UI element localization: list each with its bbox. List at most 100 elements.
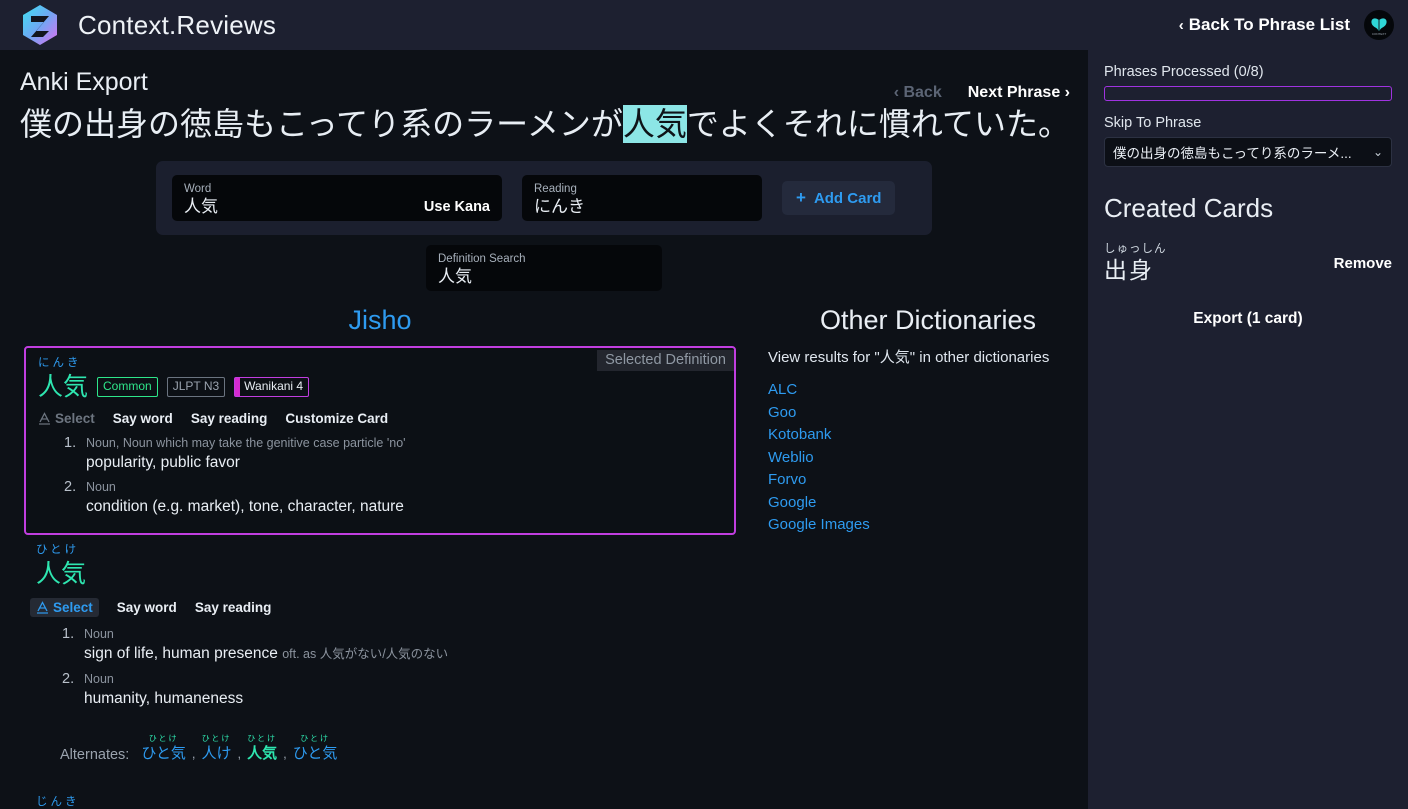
butterfly-icon: CONTEXT [1366,12,1392,38]
dict-link-google-images[interactable]: Google Images [768,515,1088,535]
reading-field-label: Reading [534,182,577,195]
remove-card-button[interactable]: Remove [1334,255,1392,272]
selected-definition-badge: Selected Definition [597,350,734,372]
next-phrase-button[interactable]: Next Phrase › [968,84,1070,102]
alternate-furigana: ひとけ [148,734,179,744]
entry-senses: 1. Noun sign of life, human presence oft… [36,626,724,709]
entry-actions: Select Say word Say reading Customize Ca… [38,411,722,426]
back-button[interactable]: ‹ Back [894,84,942,102]
select-button[interactable]: Select [38,411,95,426]
dict-link-forvo[interactable]: Forvo [768,470,1088,490]
other-dictionaries-subtitle: View results for "人気" in other dictionar… [768,349,1050,367]
top-bar: Context.Reviews ‹ Back To Phrase List CO… [0,0,1408,50]
select-marker-icon [38,412,51,425]
alternate-separator: , [191,746,196,762]
say-reading-button[interactable]: Say reading [195,600,272,615]
alternate-furigana: ひとけ [300,734,330,744]
card-entry-panel: Word 人気 Use Kana Reading にんき + Add Card [156,161,932,236]
dict-link-google[interactable]: Google [768,493,1088,513]
chevron-left-icon: ‹ [1178,16,1184,34]
sense-item: 2. Noun condition (e.g. market), tone, c… [38,479,722,517]
alternate-item[interactable]: ひとけ 人け [202,733,232,763]
alternate-separator: , [283,746,287,762]
entry-word: 人気 [38,373,89,402]
alternate-item[interactable]: ひとけ 人気 [247,733,277,763]
entry-word-row: 人気 [36,559,724,589]
reading-field[interactable]: Reading にんき [522,175,762,222]
select-label: Select [53,600,93,616]
brand-title: Context.Reviews [78,9,277,40]
created-cards-title: Created Cards [1104,193,1274,223]
definition-search-label: Definition Search [438,252,526,265]
word-input-value[interactable]: 人気 [184,196,218,218]
sense-number: 1. [64,435,77,452]
phrases-processed-progressbar [1104,86,1392,101]
sense-pos: Noun, Noun which may take the genitive c… [86,436,406,451]
phrase-before: 僕の出身の徳島もこってり系のラーメンが [20,106,623,142]
export-button[interactable]: Export (1 card) [1104,310,1392,328]
alternates-row: Alternates: ひとけ ひと気 , ひとけ 人け , ひとけ 人気 , … [36,733,724,763]
alternate-word: ひと気 [292,745,338,763]
entry-word: 人気 [36,560,87,589]
back-to-phrase-list-label: Back To Phrase List [1188,15,1350,34]
other-dictionaries-links: ALC Goo Kotobank Weblio Forvo Google Goo… [768,380,1088,535]
alternate-separator: , [237,746,242,762]
alternate-word: ひと気 [141,745,186,763]
alternate-furigana: ひとけ [201,734,232,744]
back-to-phrase-list-button[interactable]: ‹ Back To Phrase List [1179,15,1350,35]
phrase-sentence: 僕の出身の徳島もこってり系のラーメンが人気でよくそれに慣れていた。 [0,97,1088,145]
say-reading-button[interactable]: Say reading [191,411,268,426]
sense-pos: Noun [84,627,114,642]
dict-link-goo[interactable]: Goo [768,403,1088,423]
gloss-note: oft. as 人気がない/人気のない [282,647,449,662]
dict-link-kotobank[interactable]: Kotobank [768,425,1088,445]
say-word-button[interactable]: Say word [113,411,173,426]
dict-link-weblio[interactable]: Weblio [768,448,1088,468]
sense-gloss: humanity, humaneness [84,690,244,708]
tag-jlpt: JLPT N3 [166,377,226,398]
hexagon-z-logo-icon [16,2,64,48]
definition-search-value[interactable]: 人気 [438,266,650,288]
dict-link-alc[interactable]: ALC [768,380,1088,400]
definition-search-field[interactable]: Definition Search 人気 [426,245,662,292]
jisho-entry-selected[interactable]: Selected Definition にんき 人気 Common JLPT N… [24,346,736,536]
reading-input-value[interactable]: にんき [534,196,750,218]
other-dictionaries-title: Other Dictionaries [819,305,1037,336]
phrase-after: でよくそれに慣れていた。 [686,106,1070,142]
entry-word-row: 人気 Common JLPT N3 Wanikani 4 [38,372,722,402]
jisho-title: Jisho [348,305,412,336]
say-word-button[interactable]: Say word [117,600,177,615]
add-card-label: Add Card [813,189,882,207]
sense-pos: Noun [86,480,116,495]
sense-item: 1. Noun sign of life, human presence oft… [36,626,724,665]
created-card-row: しゅっしん 出身 Remove [1104,242,1392,284]
tag-common: Common [97,377,158,398]
tag-wanikani: Wanikani 4 [234,377,310,398]
alternate-word: 人気 [247,745,278,763]
sense-item: 2. Noun humanity, humaneness [36,671,724,709]
use-kana-button[interactable]: Use Kana [424,199,490,215]
avatar[interactable]: CONTEXT [1364,10,1394,40]
next-entry-furigana: じんき [36,796,80,809]
word-field-label: Word [184,182,212,195]
sense-gloss: sign of life, human presence oft. as 人気が… [84,643,724,665]
alternate-item[interactable]: ひとけ ひと気 [293,733,338,763]
created-card-word: しゅっしん 出身 [1104,242,1167,284]
jisho-entry[interactable]: ひとけ 人気 Select Say word Say reading 1. No… [24,535,736,773]
results-columns: Jisho Selected Definition にんき 人気 Common … [0,305,1088,809]
page-header: Anki Export ‹ Back Next Phrase › [0,50,1088,101]
sense-gloss: popularity, public favor [86,454,240,472]
add-card-button[interactable]: + Add Card [782,181,896,216]
alternate-item[interactable]: ひとけ ひと気 [141,733,186,763]
alternate-furigana: ひとけ [247,734,278,744]
entry-furigana: ひとけ [36,544,80,557]
plus-icon: + [796,188,806,208]
word-field[interactable]: Word 人気 Use Kana [172,175,502,222]
skip-to-phrase-value: 僕の出身の徳島もこってり系のラーメ... [1113,146,1352,161]
select-button[interactable]: Select [30,598,99,618]
phrase-highlighted-word[interactable]: 人気 [622,105,687,143]
definition-search-wrap: Definition Search 人気 [0,245,1088,292]
skip-to-phrase-select[interactable]: 僕の出身の徳島もこってり系のラーメ... ⌄ [1104,137,1392,167]
customize-card-button[interactable]: Customize Card [285,411,388,426]
sense-item: 1. Noun, Noun which may take the genitiv… [38,435,722,473]
